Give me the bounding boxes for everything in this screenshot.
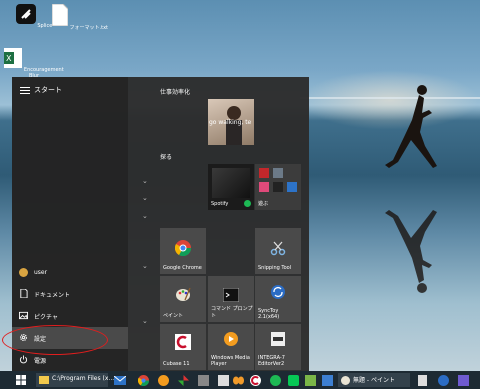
palette-icon	[341, 376, 350, 385]
album-art	[212, 168, 250, 198]
taskbar-explorer-window[interactable]: C:\Program Files (x...	[36, 373, 114, 387]
tile-label: ペイント	[163, 313, 184, 319]
picture-icon	[19, 311, 28, 320]
dark-app-icon	[273, 182, 283, 192]
tile-label: Snipping Tool	[258, 265, 292, 271]
tile-cubase[interactable]: Cubase 11	[160, 324, 206, 370]
start-title: スタート	[34, 86, 62, 94]
chevron-down-icon[interactable]: ⌄	[142, 212, 148, 220]
start-item-label: ピクチャ	[34, 314, 58, 321]
game-app-icon	[273, 168, 283, 178]
integra-icon	[271, 332, 285, 346]
pinwheel-icon[interactable]	[178, 375, 189, 386]
photo-app-icon	[259, 182, 269, 192]
tile-label: コマンド プロンプト	[211, 306, 253, 319]
tile-play[interactable]: 遊ぶ	[255, 164, 301, 210]
chrome-icon	[175, 240, 191, 256]
scissors-icon	[270, 241, 286, 256]
tile-snipping-tool[interactable]: Snipping Tool	[255, 228, 301, 274]
red-app-icon	[259, 168, 269, 178]
hamburger-menu-icon[interactable]	[20, 87, 30, 96]
tile-video-text: go walking, te	[209, 119, 252, 126]
chevron-down-icon[interactable]: ⌄	[142, 194, 148, 202]
app-icon-white[interactable]	[418, 375, 427, 386]
taskbar-paint-label: 無題 - ペイント	[353, 377, 395, 384]
excel-file-icon: X	[4, 48, 23, 68]
start-item-pictures[interactable]: ピクチャ	[12, 305, 128, 327]
spotify-icon[interactable]	[270, 375, 281, 386]
start-item-documents[interactable]: ドキュメント	[12, 283, 128, 305]
desktop-icon-label: フォーマット.txt	[69, 25, 109, 31]
butterfly-icon[interactable]	[233, 375, 244, 386]
splice-app-icon	[15, 4, 36, 24]
media-player-icon	[224, 332, 238, 346]
document-icon	[20, 289, 28, 298]
tile-label: INTEGRA-7 EditorVer2	[258, 355, 285, 367]
tile-spotify[interactable]: Spotify	[208, 164, 254, 210]
palette-icon	[176, 287, 191, 301]
taskbar: C:\Program Files (x... 無題 - ペイント	[0, 371, 480, 389]
folder-icon	[39, 376, 49, 384]
app-icon-gray[interactable]	[198, 375, 209, 386]
group-label-explore: 探る	[160, 154, 173, 161]
terminal-icon	[223, 288, 239, 302]
tile-video[interactable]: go walking, te	[208, 99, 254, 145]
sync-icon[interactable]	[438, 375, 449, 386]
start-item-label: ドキュメント	[34, 292, 71, 299]
svg-text:X: X	[6, 54, 12, 63]
line-icon[interactable]	[288, 375, 299, 386]
sync-icon	[271, 285, 285, 299]
tile-synctoy[interactable]: SyncToy 2.1(x64)	[255, 276, 301, 322]
power-icon	[19, 355, 28, 364]
start-item-label: 電源	[34, 358, 47, 365]
spotify-icon	[244, 200, 251, 207]
runner-reflection	[385, 210, 437, 293]
tile-label: Cubase 11	[163, 361, 190, 367]
desktop-icon-excel[interactable]: X Encouragement Blur	[4, 48, 64, 79]
tile-label: Windows Media Player	[211, 355, 250, 367]
start-item-user[interactable]: user	[12, 262, 128, 284]
mail-icon[interactable]	[114, 376, 126, 385]
highlight-annotation	[2, 325, 108, 355]
tile-command-prompt[interactable]: コマンド プロンプト	[208, 276, 254, 322]
desktop-icon-format-txt[interactable]: フォーマット.txt	[50, 3, 110, 31]
text-file-icon	[51, 3, 69, 27]
tile-label: Spotify	[211, 201, 229, 207]
start-item-label: user	[34, 269, 48, 276]
tile-windows-media-player[interactable]: Windows Media Player	[208, 324, 254, 370]
taskbar-explorer-label: C:\Program Files (x...	[52, 375, 115, 382]
app-icon-white[interactable]	[218, 375, 229, 386]
cubase-icon	[175, 334, 191, 350]
chevron-down-icon[interactable]: ⌄	[142, 317, 148, 325]
chrome-icon[interactable]	[138, 375, 149, 386]
user-avatar-icon	[19, 268, 28, 277]
runner-silhouette	[385, 85, 437, 168]
media-player-icon[interactable]	[158, 375, 169, 386]
taskbar-paint-window[interactable]: 無題 - ペイント	[338, 373, 410, 387]
windows-start-icon[interactable]	[16, 375, 26, 385]
tile-label: Google Chrome	[163, 265, 202, 271]
group-label-productivity: 仕事効率化	[160, 89, 191, 96]
app-icon-purple[interactable]	[458, 375, 469, 386]
tile-integra-7[interactable]: INTEGRA-7 EditorVer2	[255, 324, 301, 370]
app-icon-green[interactable]	[305, 375, 316, 386]
chevron-down-icon[interactable]: ⌄	[142, 262, 148, 270]
tile-label: 遊ぶ	[258, 201, 269, 207]
tile-label: SyncToy 2.1(x64)	[258, 308, 280, 320]
tile-google-chrome[interactable]: Google Chrome	[160, 228, 206, 274]
tile-paint[interactable]: ペイント	[160, 276, 206, 322]
cubase-icon[interactable]	[250, 375, 261, 386]
blue-app-icon	[287, 182, 297, 192]
chevron-down-icon[interactable]: ⌄	[142, 177, 148, 185]
app-icon-blue[interactable]	[322, 375, 333, 386]
